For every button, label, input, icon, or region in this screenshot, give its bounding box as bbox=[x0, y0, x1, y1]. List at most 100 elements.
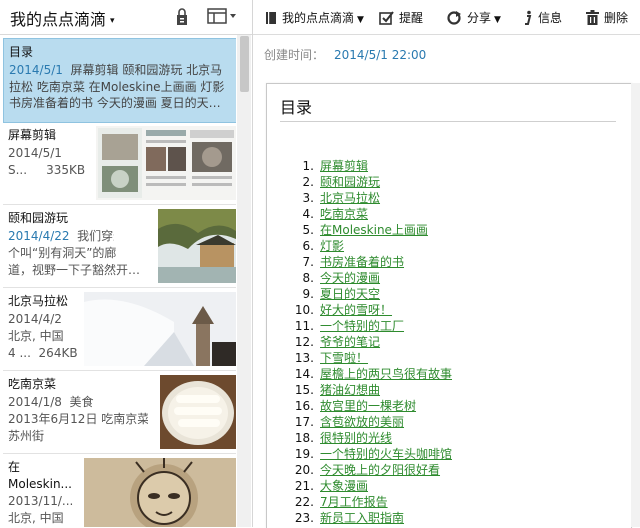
toc-link[interactable]: 今天晚上的夕阳很好看 bbox=[320, 463, 440, 477]
toc-number: 18. bbox=[294, 431, 314, 445]
toc-number: 22. bbox=[294, 495, 314, 509]
toc-link[interactable]: 夏日的天空 bbox=[320, 287, 380, 301]
note-date: 2014/5/1 bbox=[9, 63, 63, 77]
toc-link[interactable]: 含苞欲放的美丽 bbox=[320, 415, 404, 429]
note-date: 2014/5/1 bbox=[8, 146, 62, 160]
toc-link[interactable]: 下雪啦！ bbox=[320, 351, 368, 365]
toc-link[interactable]: 一个特别的火车头咖啡馆 bbox=[320, 447, 452, 461]
toc-number: 3. bbox=[302, 191, 314, 205]
note-snippet: 2014/4/22 我们穿过一 bbox=[8, 228, 114, 245]
note-item[interactable]: 在 Moleskin... 2013/11/... 北京, 中国 bbox=[3, 454, 236, 527]
toc-number: 23. bbox=[294, 511, 314, 525]
note-size: 264KB bbox=[38, 346, 78, 360]
toc-number: 14. bbox=[294, 367, 314, 381]
toc-number: 1. bbox=[302, 159, 314, 173]
toc-number: 19. bbox=[294, 447, 314, 461]
toc-link[interactable]: 颐和园游玩 bbox=[320, 175, 380, 189]
created-time: 创建时间： 2014/5/1 22:00 bbox=[264, 46, 426, 63]
toc-link[interactable]: 新员工入职指南 bbox=[320, 511, 404, 525]
remind-button[interactable]: 提醒 bbox=[378, 9, 423, 26]
lock-icon[interactable] bbox=[174, 8, 190, 26]
toc-item: 23. 新员工入职指南 bbox=[288, 510, 452, 526]
toc-link[interactable]: 大象漫画 bbox=[320, 479, 368, 493]
note-snippet-line: 道，视野一下子豁然开… bbox=[8, 263, 140, 277]
notebook-move-label: 我的点点滴滴 bbox=[282, 11, 355, 25]
toc-item: 1. 屏幕剪辑 bbox=[288, 158, 452, 174]
toc-number: 5. bbox=[302, 223, 314, 237]
food-photo-thumbnail bbox=[160, 375, 236, 449]
toc-link[interactable]: 书房准备着的书 bbox=[320, 255, 404, 269]
toc-link[interactable]: 猪油幻想曲 bbox=[320, 383, 380, 397]
toc-number: 11. bbox=[294, 319, 314, 333]
toc-item: 18. 很特别的光线 bbox=[288, 430, 452, 446]
toc-link[interactable]: 北京马拉松 bbox=[320, 191, 380, 205]
toc-link[interactable]: 灯影 bbox=[320, 239, 344, 253]
toc-number: 2. bbox=[302, 175, 314, 189]
note-title: 颐和园游玩 bbox=[8, 211, 69, 225]
note-list: 目录 2014/5/1 屏幕剪辑 颐和园游玩 北京马拉松 吃南京菜 在Moles… bbox=[0, 35, 236, 527]
notebook-title: 我的点点滴滴 bbox=[10, 10, 107, 29]
toc-item: 14. 屋檐上的两只鸟很有故事 bbox=[288, 366, 452, 382]
title-divider bbox=[280, 121, 616, 122]
toc-link[interactable]: 故宫里的一棵老树 bbox=[320, 399, 416, 413]
toc-number: 6. bbox=[302, 239, 314, 253]
note-snippet: 2014/5/1 屏幕剪辑 颐和园游玩 北京马拉松 吃南京菜 在Moleskin… bbox=[9, 62, 231, 116]
note-snippet: 4 ... 264KB bbox=[8, 345, 78, 362]
note-item[interactable]: 吃南京菜 2014/1/8 美食 2013年6月12日 吃南京菜 苏州街 bbox=[3, 371, 236, 454]
toc-item: 17. 含苞欲放的美丽 bbox=[288, 414, 452, 430]
note-snippet-text: 我们穿过一 bbox=[77, 229, 114, 243]
toc-number: 9. bbox=[302, 287, 314, 301]
note-item-selected[interactable]: 目录 2014/5/1 屏幕剪辑 颐和园游玩 北京马拉松 吃南京菜 在Moles… bbox=[3, 38, 236, 123]
toc-number: 20. bbox=[294, 463, 314, 477]
toc-link[interactable]: 屋檐上的两只鸟很有故事 bbox=[320, 367, 452, 381]
note-date: 2014/1/8 bbox=[8, 395, 62, 409]
toc-link[interactable]: 在Moleskine上画画 bbox=[320, 223, 428, 237]
note-title-field[interactable]: 目录 bbox=[280, 94, 312, 118]
toc-item: 13. 下雪啦！ bbox=[288, 350, 452, 366]
notebook-selector[interactable]: 我的点点滴滴 ▾ bbox=[10, 6, 115, 30]
toc-link[interactable]: 爷爷的笔记 bbox=[320, 335, 380, 349]
remind-label: 提醒 bbox=[399, 11, 424, 25]
note-date-tag: 2014/1/8 美食 bbox=[8, 394, 94, 411]
note-item[interactable]: 颐和园游玩 2014/4/22 我们穿过一 个叫“别有洞天”的廊 道，视野一下子… bbox=[3, 205, 236, 288]
toc-link[interactable]: 一个特别的工厂 bbox=[320, 319, 404, 333]
created-value[interactable]: 2014/5/1 22:00 bbox=[334, 48, 426, 62]
toc-link[interactable]: 好大的雪呀！ bbox=[320, 303, 392, 317]
toc-link[interactable]: 7月工作报告 bbox=[320, 495, 388, 509]
note-title: 北京马拉松 bbox=[8, 294, 69, 308]
info-button[interactable]: 信息 bbox=[523, 9, 562, 26]
note-date: 2013/11/... bbox=[8, 494, 74, 508]
toc-number: 16. bbox=[294, 399, 314, 413]
note-title: 在 bbox=[8, 459, 20, 475]
note-location: 北京, 中国 bbox=[8, 511, 64, 525]
notebook-move-button[interactable]: 我的点点滴滴 ▼ bbox=[265, 9, 364, 26]
toc-item: 6. 灯影 bbox=[288, 238, 452, 254]
info-label: 信息 bbox=[538, 11, 563, 25]
toc-number: 21. bbox=[294, 479, 314, 493]
notebook-icon bbox=[266, 12, 276, 24]
toc-link[interactable]: 吃南京菜 bbox=[320, 207, 368, 221]
toc-link[interactable]: 很特别的光线 bbox=[320, 431, 392, 445]
toc-number: 4. bbox=[302, 207, 314, 221]
delete-button[interactable]: 删除 bbox=[586, 9, 628, 26]
chevron-down-icon: ▾ bbox=[110, 15, 115, 26]
toc-link[interactable]: 今天的漫画 bbox=[320, 271, 380, 285]
note-list-scrollbar[interactable] bbox=[237, 35, 251, 527]
share-button[interactable]: 分享 ▼ bbox=[446, 9, 501, 26]
note-item[interactable]: 北京马拉松 2014/4/2 北京, 中国 4 ... 264KB bbox=[3, 288, 236, 371]
scrollbar-thumb[interactable] bbox=[240, 36, 249, 92]
toc-number: 15. bbox=[294, 383, 314, 397]
trash-icon bbox=[586, 10, 599, 25]
toc-item: 3. 北京马拉松 bbox=[288, 190, 452, 206]
toc-item: 2. 颐和园游玩 bbox=[288, 174, 452, 190]
note-title: 屏幕剪辑 bbox=[8, 128, 57, 142]
toc-item: 5. 在Moleskine上画画 bbox=[288, 222, 452, 238]
view-options-icon[interactable] bbox=[207, 8, 237, 24]
editor-scrollbar[interactable] bbox=[631, 83, 640, 527]
note-snippet-text: S... bbox=[8, 163, 28, 177]
note-item[interactable]: 屏幕剪辑 2014/5/1 S... 335KB bbox=[3, 122, 236, 205]
toc-item: 4. 吃南京菜 bbox=[288, 206, 452, 222]
note-snippet-line: 个叫“别有洞天”的廊 bbox=[8, 246, 117, 260]
toc-link[interactable]: 屏幕剪辑 bbox=[320, 159, 368, 173]
note-tag[interactable]: 美食 bbox=[70, 395, 94, 409]
